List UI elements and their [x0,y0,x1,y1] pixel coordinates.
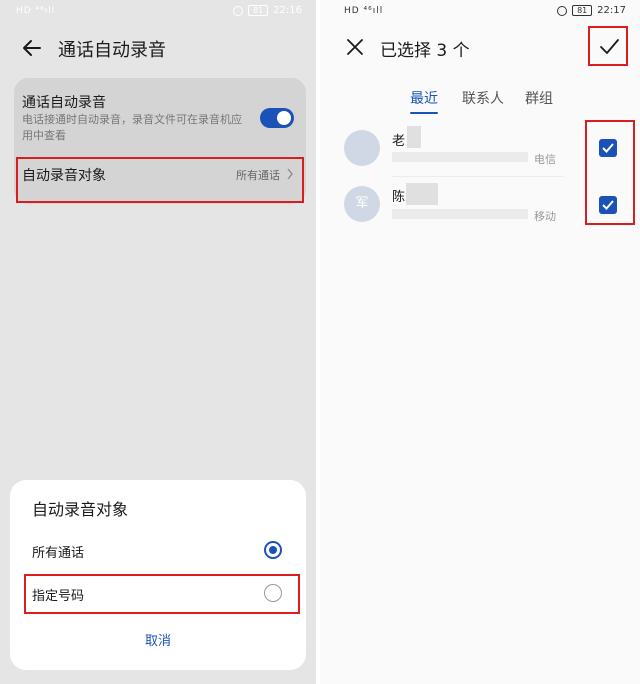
toggle-knob [277,111,291,125]
cancel-button[interactable]: 取消 [128,630,188,649]
avatar [344,130,380,166]
highlight-checkboxes [585,120,635,225]
left-screen: HD ⁴⁶ıll 81 22:16 通话自动录音 通话自动录音 电话接通时自动录… [0,0,316,684]
radio-all-calls[interactable] [264,541,282,559]
tab-groups[interactable]: 群组 [525,88,553,108]
battery-icon: 81 [248,5,269,16]
status-time: 22:16 [273,5,302,16]
contact-carrier: 电信 [534,153,556,166]
battery-icon: 81 [572,5,593,16]
alarm-icon [557,5,568,16]
auto-record-title: 通话自动录音 [22,95,106,111]
redacted-number [392,152,528,162]
status-bar: HD ⁴⁶ıll 81 22:16 [0,0,316,24]
tab-recent[interactable]: 最近 [410,88,438,108]
signal-indicator: HD ⁴⁶ıll [344,6,384,16]
redacted-name [407,126,421,148]
highlight-confirm [588,26,628,66]
contact-name: 老 [392,134,406,149]
row-divider [392,176,564,177]
highlight-record-target [16,157,304,203]
alarm-icon [233,5,244,16]
auto-record-toggle[interactable] [260,108,294,128]
sheet-title: 自动录音对象 [32,500,129,519]
page-title: 通话自动录音 [58,40,166,61]
avatar: 军 [344,186,380,222]
highlight-specific-numbers [24,574,300,614]
radio-dot [269,546,277,554]
option-all-calls[interactable]: 所有通话 [32,542,84,561]
contact-carrier: 移动 [534,210,556,223]
redacted-name [406,183,438,205]
close-icon[interactable] [346,38,364,56]
contact-name: 陈 [392,190,406,205]
active-tab-indicator [410,112,438,114]
tab-contacts[interactable]: 联系人 [462,88,504,108]
signal-indicator: HD ⁴⁶ıll [16,6,56,16]
status-bar: HD ⁴⁶ıll 81 22:17 [320,0,640,24]
status-time: 22:17 [597,5,626,16]
back-arrow-icon[interactable] [20,36,44,60]
selection-title: 已选择 3 个 [380,41,470,61]
auto-record-description: 电话接通时自动录音，录音文件可在录音机应用中查看 [22,113,242,142]
redacted-number [392,209,528,219]
